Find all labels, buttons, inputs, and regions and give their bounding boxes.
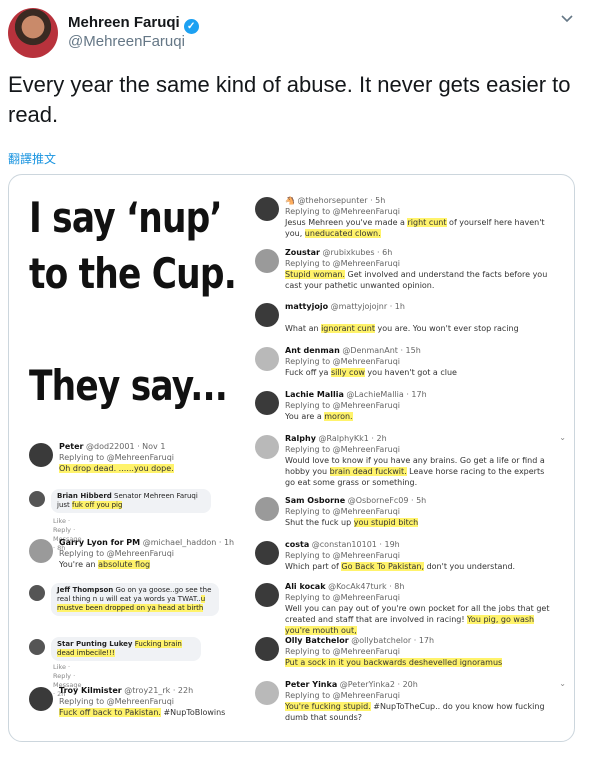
verified-icon: ✓ [183, 19, 199, 34]
commenter-avatar [29, 687, 53, 711]
commenter-avatar [255, 681, 279, 705]
commenter-avatar [255, 197, 279, 221]
headline-1: I say ‘nup’ [29, 193, 223, 242]
commenter-avatar [29, 639, 45, 655]
commenter-avatar [255, 435, 279, 459]
tweet-image[interactable]: I say ‘nup’ to the Cup. They say... Pete… [8, 174, 575, 742]
user-handle[interactable]: @MehreenFaruqi [68, 33, 185, 50]
commenter-avatar [255, 391, 279, 415]
chevron-down-icon: ⌄ [559, 433, 566, 442]
chevron-down-icon[interactable] [559, 10, 575, 26]
commenter-avatar [29, 539, 53, 563]
commenter-avatar [255, 497, 279, 521]
commenter-avatar [255, 541, 279, 565]
commenter-avatar [29, 491, 45, 507]
commenter-avatar [255, 249, 279, 273]
commenter-avatar [29, 585, 45, 601]
chevron-down-icon: ⌄ [559, 679, 566, 688]
avatar[interactable] [8, 8, 58, 58]
commenter-avatar [255, 583, 279, 607]
commenter-avatar [29, 443, 53, 467]
commenter-avatar [255, 303, 279, 327]
headline-2: to the Cup. [29, 249, 237, 298]
commenter-avatar [255, 637, 279, 661]
display-name[interactable]: Mehreen Faruqi ✓ [68, 14, 199, 34]
headline-3: They say... [29, 361, 228, 410]
tweet-text: Every year the same kind of abuse. It ne… [8, 72, 571, 127]
commenter-avatar [255, 347, 279, 371]
translate-tweet-link[interactable]: 翻譯推文 [8, 150, 56, 167]
